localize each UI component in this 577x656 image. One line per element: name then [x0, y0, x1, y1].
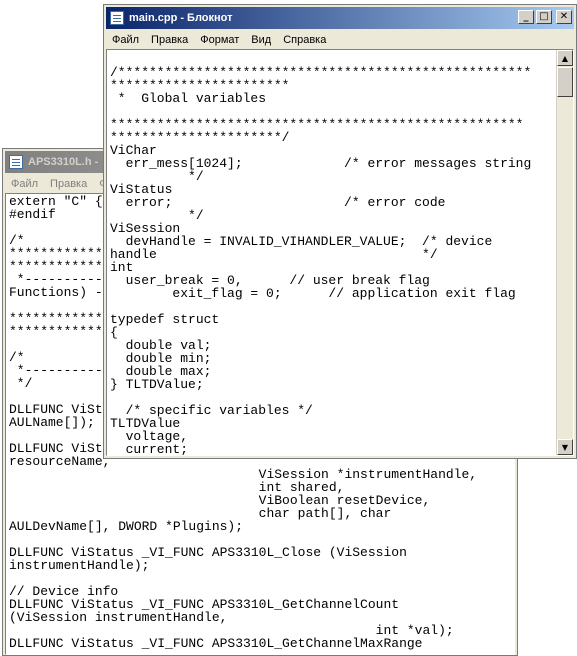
menu-edit[interactable]: Правка	[145, 34, 194, 46]
window-controls: _ □ ✕	[518, 10, 572, 24]
front-window-title: main.cpp - Блокнот	[129, 12, 233, 24]
menu-format[interactable]: Формат	[194, 34, 245, 46]
front-notepad-window[interactable]: main.cpp - Блокнот _ □ ✕ Файл Правка Фор…	[103, 4, 577, 459]
front-text-area[interactable]: /***************************************…	[106, 49, 574, 456]
menu-file[interactable]: Файл	[106, 34, 145, 46]
maximize-icon[interactable]: □	[536, 10, 552, 24]
scroll-up-arrow-icon[interactable]: ▲	[557, 50, 573, 66]
close-icon[interactable]: ✕	[556, 10, 572, 24]
notepad-icon	[9, 155, 23, 169]
scroll-thumb[interactable]	[557, 67, 573, 97]
notepad-icon	[110, 11, 124, 25]
front-window-titlebar[interactable]: main.cpp - Блокнот _ □ ✕	[106, 7, 574, 29]
front-code-text: /***************************************…	[110, 65, 532, 456]
menu-view[interactable]: Вид	[245, 34, 277, 46]
vertical-scrollbar[interactable]: ▲ ▼	[556, 50, 573, 455]
menu-help[interactable]: Справка	[277, 34, 332, 46]
front-window-menubar: Файл Правка Формат Вид Справка	[106, 30, 574, 49]
back-menu-edit[interactable]: Правка	[44, 178, 93, 190]
back-window-title: APS3310L.h -	[28, 156, 99, 168]
minimize-icon[interactable]: _	[518, 10, 534, 24]
scroll-down-arrow-icon[interactable]: ▼	[557, 439, 573, 455]
back-menu-file[interactable]: Файл	[5, 178, 44, 190]
